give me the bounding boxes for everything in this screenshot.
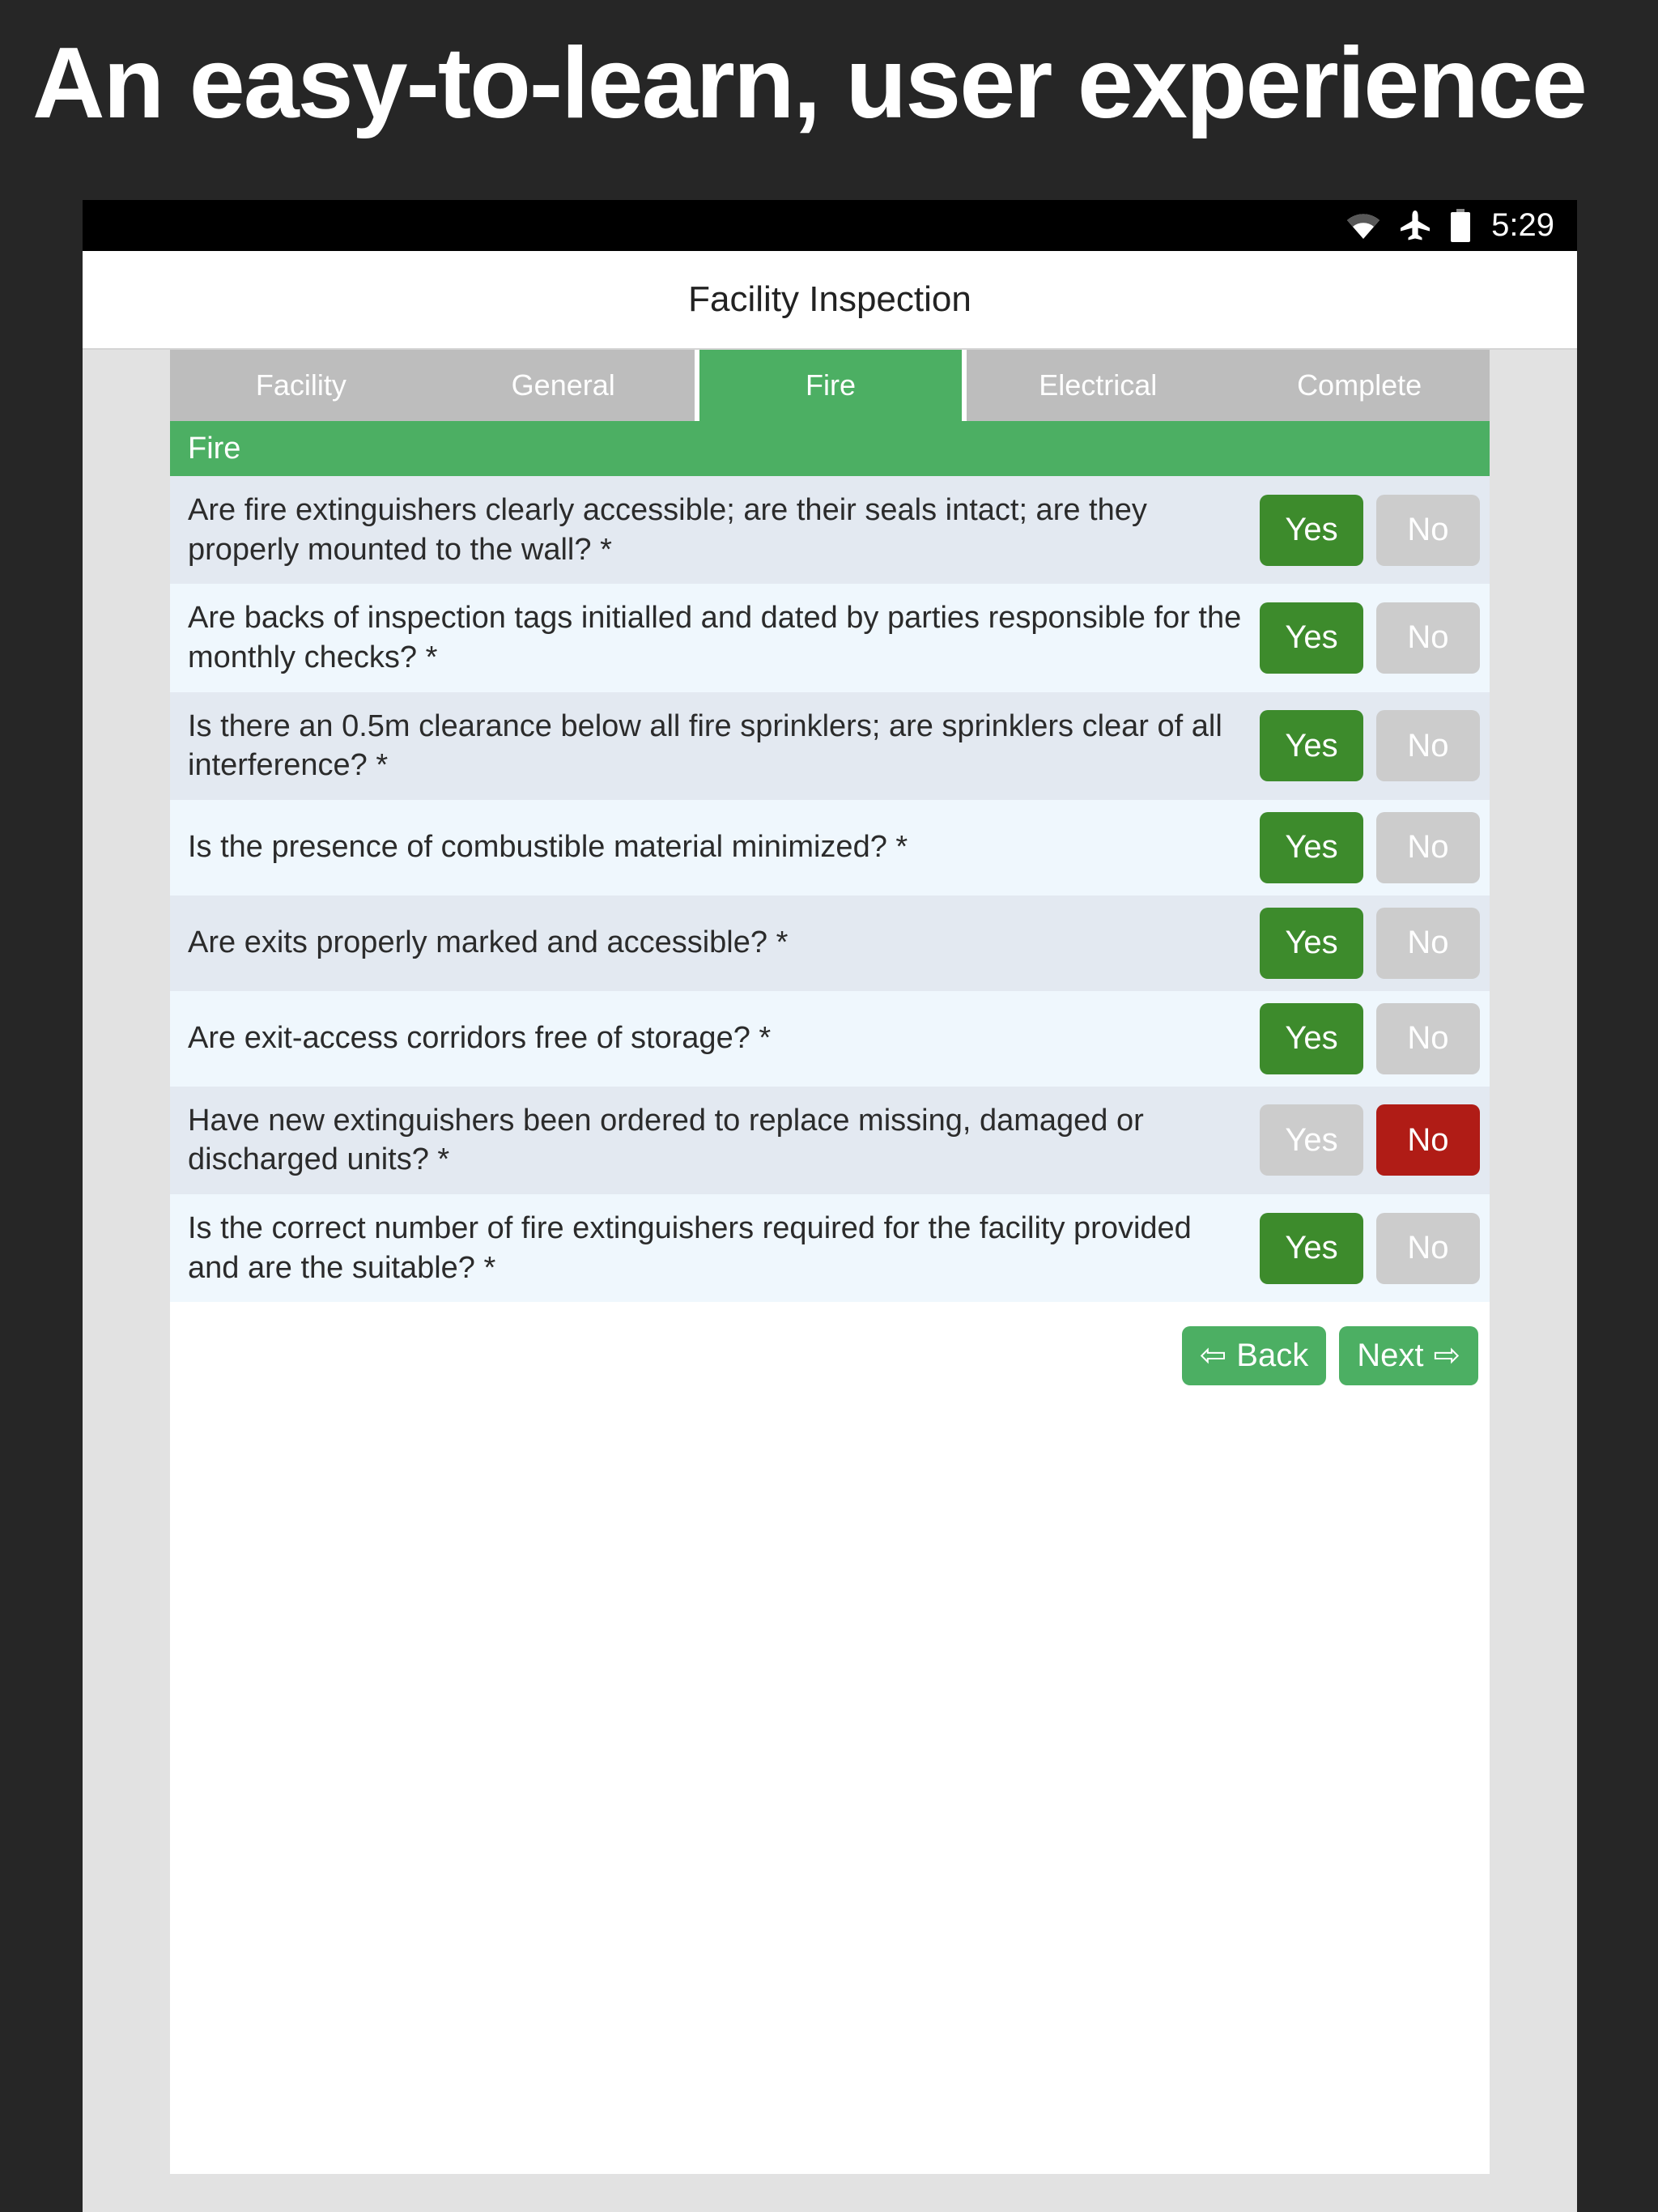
next-button-label: Next [1357, 1337, 1424, 1373]
answer-no-button[interactable]: No [1376, 710, 1480, 782]
device-frame: 5:29 Facility Inspection Facility General… [83, 200, 1577, 2212]
question-text: Is the presence of combustible material … [188, 830, 908, 865]
status-bar: 5:29 [83, 200, 1577, 251]
answer-yes-button[interactable]: Yes [1260, 710, 1363, 782]
answer-no-label: No [1407, 1230, 1449, 1266]
question-text: Is the correct number of fire extinguish… [188, 1211, 1192, 1285]
answer-no-label: No [1407, 619, 1449, 656]
inspection-card: Facility General Fire Electrical Complete Fi… [170, 350, 1490, 2174]
navigation-row: ⇦ Back Next ⇨ [170, 1302, 1490, 1410]
tab-facility[interactable]: Facility [170, 350, 432, 421]
tab-label: Facility [255, 368, 346, 402]
answer-no-label: No [1407, 512, 1449, 548]
answer-toggle-group: Yes No [1260, 1212, 1480, 1284]
answer-yes-button[interactable]: Yes [1260, 1002, 1363, 1074]
answer-yes-button[interactable]: Yes [1260, 494, 1363, 566]
app-bar: Facility Inspection [83, 251, 1577, 350]
airplane-mode-icon [1399, 210, 1431, 242]
question-text: Are fire extinguishers clearly accessibl… [188, 493, 1147, 567]
question-list: Are fire extinguishers clearly accessibl… [170, 476, 1490, 1303]
answer-toggle-group: Yes No [1260, 811, 1480, 883]
poster-root: An easy-to-learn, user experience 5:29 F… [0, 0, 1658, 2212]
answer-toggle-group: Yes No [1260, 1002, 1480, 1074]
tab-label: General [511, 368, 615, 402]
question-row: Is the correct number of fire extinguish… [170, 1194, 1490, 1303]
answer-yes-button[interactable]: Yes [1260, 1212, 1363, 1284]
battery-icon [1449, 208, 1472, 243]
answer-yes-label: Yes [1285, 619, 1338, 656]
answer-yes-button[interactable]: Yes [1260, 1104, 1363, 1176]
question-row: Are backs of inspection tags initialled … [170, 584, 1490, 692]
arrow-left-icon: ⇦ [1199, 1338, 1227, 1374]
tab-label: Electrical [1039, 368, 1158, 402]
answer-yes-label: Yes [1285, 1121, 1338, 1158]
question-text: Are backs of inspection tags initialled … [188, 601, 1242, 674]
app-bar-title: Facility Inspection [688, 279, 971, 319]
answer-yes-label: Yes [1285, 512, 1338, 548]
answer-no-label: No [1407, 1020, 1449, 1057]
question-row: Have new extinguishers been ordered to r… [170, 1086, 1490, 1194]
answer-yes-label: Yes [1285, 829, 1338, 866]
question-row: Is there an 0.5m clearance below all fir… [170, 691, 1490, 800]
answer-yes-button[interactable]: Yes [1260, 907, 1363, 979]
tab-fire[interactable]: Fire [699, 350, 963, 421]
answer-no-button[interactable]: No [1376, 602, 1480, 674]
answer-toggle-group: Yes No [1260, 602, 1480, 674]
tab-label: Complete [1297, 368, 1422, 402]
question-row: Are exits properly marked and accessible… [170, 895, 1490, 991]
answer-no-label: No [1407, 925, 1449, 961]
answer-no-button[interactable]: No [1376, 494, 1480, 566]
answer-yes-label: Yes [1285, 1020, 1338, 1057]
wifi-icon [1346, 212, 1381, 240]
back-button-label: Back [1236, 1337, 1309, 1373]
answer-no-label: No [1407, 727, 1449, 764]
answer-no-button[interactable]: No [1376, 1212, 1480, 1284]
back-button[interactable]: ⇦ Back [1181, 1325, 1327, 1385]
tab-electrical[interactable]: Electrical [967, 350, 1230, 421]
arrow-right-icon: ⇨ [1433, 1338, 1460, 1374]
section-header: Fire [170, 421, 1490, 476]
answer-yes-button[interactable]: Yes [1260, 602, 1363, 674]
tab-bar: Facility General Fire Electrical Complete [170, 350, 1490, 421]
content-sheet: Facility General Fire Electrical Complete Fi… [83, 350, 1577, 2212]
page-title: An easy-to-learn, user experience [32, 28, 1588, 139]
answer-toggle-group: Yes No [1260, 907, 1480, 979]
tab-general[interactable]: General [432, 350, 695, 421]
answer-toggle-group: Yes No [1260, 494, 1480, 566]
status-bar-time: 5:29 [1491, 207, 1554, 243]
answer-toggle-group: Yes No [1260, 1104, 1480, 1176]
answer-no-label: No [1407, 829, 1449, 866]
next-button[interactable]: Next ⇨ [1339, 1325, 1478, 1385]
question-text: Are exits properly marked and accessible… [188, 925, 789, 960]
answer-no-button[interactable]: No [1376, 1104, 1480, 1176]
question-text: Is there an 0.5m clearance below all fir… [188, 708, 1222, 783]
answer-yes-button[interactable]: Yes [1260, 811, 1363, 883]
answer-no-button[interactable]: No [1376, 907, 1480, 979]
tab-complete[interactable]: Complete [1229, 350, 1490, 421]
answer-yes-label: Yes [1285, 1230, 1338, 1266]
question-text: Have new extinguishers been ordered to r… [188, 1103, 1144, 1177]
answer-no-label: No [1407, 1121, 1449, 1158]
question-row: Are fire extinguishers clearly accessibl… [170, 476, 1490, 585]
question-text: Are exit-access corridors free of storag… [188, 1021, 772, 1056]
question-row: Are exit-access corridors free of storag… [170, 990, 1490, 1087]
answer-no-button[interactable]: No [1376, 1002, 1480, 1074]
answer-yes-label: Yes [1285, 925, 1338, 961]
answer-yes-label: Yes [1285, 727, 1338, 764]
answer-toggle-group: Yes No [1260, 710, 1480, 782]
question-row: Is the presence of combustible material … [170, 799, 1490, 895]
answer-no-button[interactable]: No [1376, 811, 1480, 883]
tab-label: Fire [806, 368, 856, 402]
